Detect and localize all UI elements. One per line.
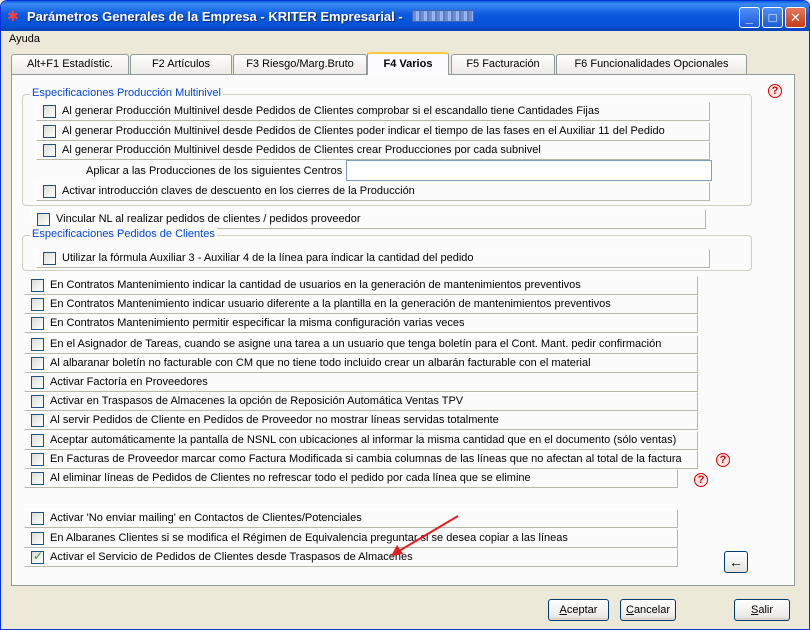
parametros-window: ✱ Parámetros Generales de la Empresa - K… <box>0 0 810 630</box>
checkbox[interactable] <box>31 532 44 545</box>
option-label: En Contratos Mantenimiento indicar usuar… <box>50 298 611 310</box>
tab-strip: Alt+F1 Estadístic. F2 Artículos F3 Riesg… <box>11 52 791 75</box>
option-label: Activar Factoría en Proveedores <box>50 376 208 388</box>
title-bar[interactable]: ✱ Parámetros Generales de la Empresa - K… <box>1 1 809 31</box>
checkbox[interactable] <box>31 338 44 351</box>
option-label: En Contratos Mantenimiento permitir espe… <box>50 317 465 329</box>
option-label: Al generar Producción Multinivel desde P… <box>62 144 541 156</box>
option-albaranar-boletin[interactable]: Al albaranar boletín no facturable con C… <box>24 354 698 373</box>
checkbox[interactable] <box>31 472 44 485</box>
group-pedidos-title: Especificaciones Pedidos de Clientes <box>30 228 217 240</box>
option-aceptar-nsnl[interactable]: Aceptar automáticamente la pantalla de N… <box>24 431 698 450</box>
option-prod-tiempo-fases[interactable]: Al generar Producción Multinivel desde P… <box>36 122 710 141</box>
tab-facturacion[interactable]: F5 Facturación <box>451 54 555 74</box>
help-icon[interactable]: ? <box>764 79 786 101</box>
option-label: En Albaranes Clientes si se modifica el … <box>50 532 568 544</box>
tab-estadisticas[interactable]: Alt+F1 Estadístic. <box>11 54 129 74</box>
checkbox[interactable] <box>31 512 44 525</box>
option-vincular-nl[interactable]: Vincular NL al realizar pedidos de clien… <box>30 209 706 229</box>
option-label: Al servir Pedidos de Cliente en Pedidos … <box>50 414 499 426</box>
tab-varios[interactable]: F4 Varios <box>367 52 449 75</box>
option-label: Activar el Servicio de Pedidos de Client… <box>50 551 413 563</box>
option-cm-usuario-diferente[interactable]: En Contratos Mantenimiento indicar usuar… <box>24 295 698 314</box>
option-label: Al generar Producción Multinivel desde P… <box>62 105 600 117</box>
centros-input[interactable] <box>346 160 712 181</box>
option-no-refrescar-pedido[interactable]: Al eliminar líneas de Pedidos de Cliente… <box>24 469 678 488</box>
checkbox[interactable] <box>31 298 44 311</box>
accept-button[interactable]: Aceptar <box>548 599 609 621</box>
tab-panel-varios: Especificaciones Producción Multinivel A… <box>11 74 795 586</box>
tab-funcionalidades[interactable]: F6 Funcionalidades Opcionales <box>556 54 747 74</box>
checkbox[interactable] <box>37 213 50 226</box>
option-label: Activar 'No enviar mailing' en Contactos… <box>50 512 362 524</box>
option-no-enviar-mailing[interactable]: Activar 'No enviar mailing' en Contactos… <box>24 509 678 528</box>
option-label: En Contratos Mantenimiento indicar la ca… <box>50 279 581 291</box>
option-factoria-proveedores[interactable]: Activar Factoría en Proveedores <box>24 373 698 392</box>
minimize-button[interactable]: _ <box>739 7 760 28</box>
accept-label-rest: ceptar <box>566 604 598 616</box>
option-prod-claves-descuento[interactable]: Activar introducción claves de descuento… <box>36 182 710 201</box>
centros-label: Aplicar a las Producciones de los siguie… <box>86 165 343 177</box>
tab-riesgo[interactable]: F3 Riesgo/Marg.Bruto <box>233 54 367 74</box>
checkbox[interactable] <box>43 185 56 198</box>
accept-mnemonic: A <box>559 604 567 616</box>
cancel-label-rest: ancelar <box>633 604 671 616</box>
option-reposicion-tpv[interactable]: Activar en Traspasos de Almacenes la opc… <box>24 392 698 411</box>
option-label: En Facturas de Proveedor marcar como Fac… <box>50 453 682 465</box>
option-asignador-tareas[interactable]: En el Asignador de Tareas, cuando se asi… <box>24 335 698 354</box>
option-servicio-pedidos-traspasos[interactable]: Activar el Servicio de Pedidos de Client… <box>24 548 678 567</box>
option-label: Al eliminar líneas de Pedidos de Cliente… <box>50 472 531 484</box>
help-icon[interactable]: ? <box>712 448 734 470</box>
close-button[interactable]: ✕ <box>785 7 806 28</box>
option-label: Al albaranar boletín no facturable con C… <box>50 357 591 369</box>
option-factura-modificada[interactable]: En Facturas de Proveedor marcar como Fac… <box>24 450 698 469</box>
checkbox[interactable] <box>31 376 44 389</box>
menu-bar: Ayuda <box>1 31 809 49</box>
checkbox[interactable] <box>31 317 44 330</box>
redacted-company-name <box>412 10 475 22</box>
option-cm-misma-configuracion[interactable]: En Contratos Mantenimiento permitir espe… <box>24 314 698 333</box>
cancel-button[interactable]: Cancelar <box>620 599 676 621</box>
option-label: Activar introducción claves de descuento… <box>62 185 415 197</box>
tab-articulos[interactable]: F2 Artículos <box>130 54 232 74</box>
option-cm-cantidad-usuarios[interactable]: En Contratos Mantenimiento indicar la ca… <box>24 276 698 295</box>
option-label: Utilizar la fórmula Auxiliar 3 - Auxilia… <box>62 252 474 264</box>
checkbox[interactable] <box>31 414 44 427</box>
help-icon[interactable]: ? <box>690 468 712 490</box>
checkbox[interactable] <box>43 252 56 265</box>
option-label: En el Asignador de Tareas, cuando se asi… <box>50 338 662 350</box>
window-title: Parámetros Generales de la Empresa - KRI… <box>27 9 475 24</box>
checkbox[interactable] <box>31 279 44 292</box>
group-produccion-title: Especificaciones Producción Multinivel <box>30 87 223 99</box>
checkbox[interactable] <box>31 395 44 408</box>
kriter-app-icon[interactable]: ✱ <box>7 8 23 24</box>
option-label: Aceptar automáticamente la pantalla de N… <box>50 434 677 446</box>
exit-button[interactable]: Salir <box>734 599 790 621</box>
exit-label-rest: alir <box>758 604 773 616</box>
back-arrow-icon[interactable]: ← <box>724 551 748 573</box>
option-no-mostrar-servidas[interactable]: Al servir Pedidos de Cliente en Pedidos … <box>24 411 698 430</box>
option-regimen-equivalencia[interactable]: En Albaranes Clientes si se modifica el … <box>24 529 678 548</box>
cancel-mnemonic: C <box>625 604 634 616</box>
option-prod-subnivel[interactable]: Al generar Producción Multinivel desde P… <box>36 141 710 160</box>
checkbox[interactable] <box>43 105 56 118</box>
checkbox[interactable] <box>31 434 44 447</box>
menu-ayuda[interactable]: Ayuda <box>9 33 40 45</box>
checkbox[interactable] <box>43 125 56 138</box>
option-prod-cantidades-fijas[interactable]: Al generar Producción Multinivel desde P… <box>36 102 710 121</box>
checkbox-checked[interactable] <box>31 549 44 564</box>
option-label: Al generar Producción Multinivel desde P… <box>62 125 665 137</box>
checkbox[interactable] <box>31 453 44 466</box>
option-label: Vincular NL al realizar pedidos de clien… <box>56 213 361 225</box>
checkbox[interactable] <box>43 144 56 157</box>
option-label: Activar en Traspasos de Almacenes la opc… <box>50 395 464 407</box>
maximize-button[interactable]: □ <box>762 7 783 28</box>
option-formula-auxiliar[interactable]: Utilizar la fórmula Auxiliar 3 - Auxilia… <box>36 249 710 268</box>
checkbox[interactable] <box>31 357 44 370</box>
